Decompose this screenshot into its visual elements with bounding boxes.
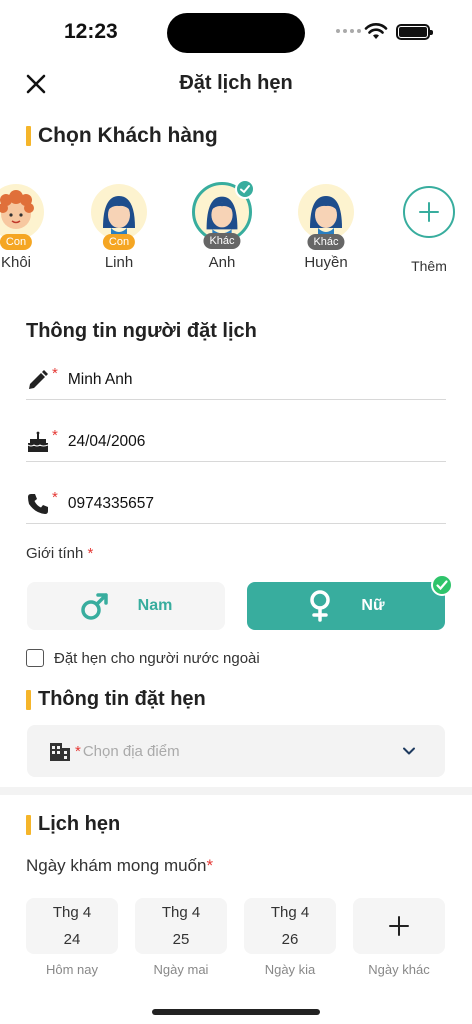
birthdate-field[interactable]: * 24/04/2006 (26, 422, 446, 462)
phone-value: 0974335657 (67, 494, 155, 512)
name-field[interactable]: * Minh Anh (26, 360, 446, 400)
section-appointment-title: Thông tin đặt hẹn (38, 688, 206, 710)
checkbox[interactable] (26, 649, 44, 667)
wifi-icon (364, 23, 388, 39)
required-mark: * (52, 489, 58, 506)
customer-list: Con Khôi Con Linh Khác Anh Khác Huyền Th… (0, 179, 472, 290)
gender-female-label: Nữ (361, 597, 385, 614)
section-bar (26, 689, 31, 710)
woman-avatar: Khác (192, 179, 255, 249)
customer-item-linh[interactable]: Con Linh (74, 184, 164, 271)
status-time: 12:23 (64, 20, 118, 43)
customer-item-anh[interactable]: Khác Anh (177, 179, 267, 271)
gender-male-label: Nam (137, 597, 173, 614)
gender-label-text: Giới tính (26, 545, 84, 562)
date-caption: Ngày kia (264, 962, 316, 977)
foreign-checkbox-label: Đặt hẹn cho người nước ngoài (54, 649, 260, 667)
phone-icon (28, 493, 48, 514)
section-booker-title: Thông tin người đặt lịch (26, 320, 257, 342)
desired-date-label: Ngày khám mong muốn* (26, 856, 213, 876)
date-option-tomorrow[interactable]: Thg 4 25 (135, 898, 227, 954)
plus-icon (403, 186, 455, 238)
section-booker-info: Thông tin người đặt lịch (26, 320, 257, 343)
customer-item-khoi[interactable]: Con Khôi (0, 184, 61, 271)
selected-check-icon (431, 574, 453, 596)
required-mark: * (52, 365, 58, 382)
battery-icon (396, 24, 433, 40)
date-day: 24 (63, 931, 81, 948)
customer-item-huyen[interactable]: Khác Huyền (281, 184, 371, 271)
add-customer-label: Thêm (411, 258, 447, 274)
signal-icon (336, 29, 361, 33)
location-select[interactable]: * Chọn địa điểm (27, 725, 445, 777)
selected-check-icon (235, 179, 255, 199)
boy-avatar: Con (0, 184, 44, 250)
cake-icon (27, 431, 49, 452)
header: Đặt lịch hẹn (0, 62, 472, 106)
section-customer-title: Chọn Khách hàng (38, 124, 218, 147)
section-divider (0, 787, 472, 795)
date-day: 25 (172, 931, 190, 948)
required-mark: * (75, 742, 81, 760)
pencil-icon (29, 369, 48, 389)
section-customer: Chọn Khách hàng (26, 124, 218, 148)
chevron-down-icon (403, 747, 415, 755)
customer-name: Linh (104, 254, 134, 271)
status-bar: 12:23 (0, 0, 472, 62)
section-bar (26, 814, 31, 835)
date-month: Thg 4 (270, 904, 310, 921)
page-title: Đặt lịch hẹn (179, 72, 293, 94)
name-value: Minh Anh (67, 370, 133, 388)
customer-tag: Khác (203, 233, 241, 249)
gender-label: Giới tính * (26, 545, 93, 562)
gender-male-button[interactable]: Nam (27, 582, 225, 630)
female-icon (310, 590, 331, 622)
customer-tag: Con (0, 234, 33, 250)
gender-female-button[interactable]: Nữ (247, 574, 453, 630)
birthdate-value: 24/04/2006 (67, 432, 146, 450)
home-indicator (152, 1009, 320, 1015)
date-option-other[interactable] (353, 898, 445, 954)
date-caption: Ngày khác (368, 962, 430, 977)
date-option-day-after[interactable]: Thg 4 26 (244, 898, 336, 954)
section-bar (26, 126, 31, 146)
customer-name: Anh (208, 254, 236, 271)
desired-date-text: Ngày khám mong muốn (26, 856, 207, 875)
date-caption: Ngày mai (153, 962, 209, 977)
required-mark: * (52, 427, 58, 444)
date-caption: Hôm nay (45, 962, 99, 977)
plus-icon (389, 916, 409, 936)
location-placeholder: Chọn địa điểm (82, 742, 180, 760)
date-month: Thg 4 (161, 904, 201, 921)
section-appointment-info: Thông tin đặt hẹn (26, 688, 206, 711)
phone-field[interactable]: * 0974335657 (26, 484, 446, 524)
required-mark: * (87, 545, 94, 562)
male-icon (80, 593, 108, 620)
dynamic-island (167, 13, 305, 53)
date-month: Thg 4 (52, 904, 92, 921)
customer-tag: Con (102, 234, 136, 250)
customer-name: Khôi (0, 254, 32, 271)
date-option-today[interactable]: Thg 4 24 (26, 898, 118, 954)
woman-avatar: Khác (298, 184, 354, 250)
required-mark: * (206, 856, 214, 875)
section-schedule: Lịch hẹn (26, 813, 120, 836)
foreign-checkbox[interactable]: Đặt hẹn cho người nước ngoài (26, 649, 260, 667)
add-customer-button[interactable]: Thêm (384, 186, 472, 274)
section-schedule-title: Lịch hẹn (38, 813, 121, 835)
girl-avatar: Con (91, 184, 147, 250)
building-icon (50, 743, 70, 761)
customer-name: Huyền (304, 254, 348, 271)
customer-tag: Khác (307, 234, 345, 250)
date-day: 26 (281, 931, 299, 948)
